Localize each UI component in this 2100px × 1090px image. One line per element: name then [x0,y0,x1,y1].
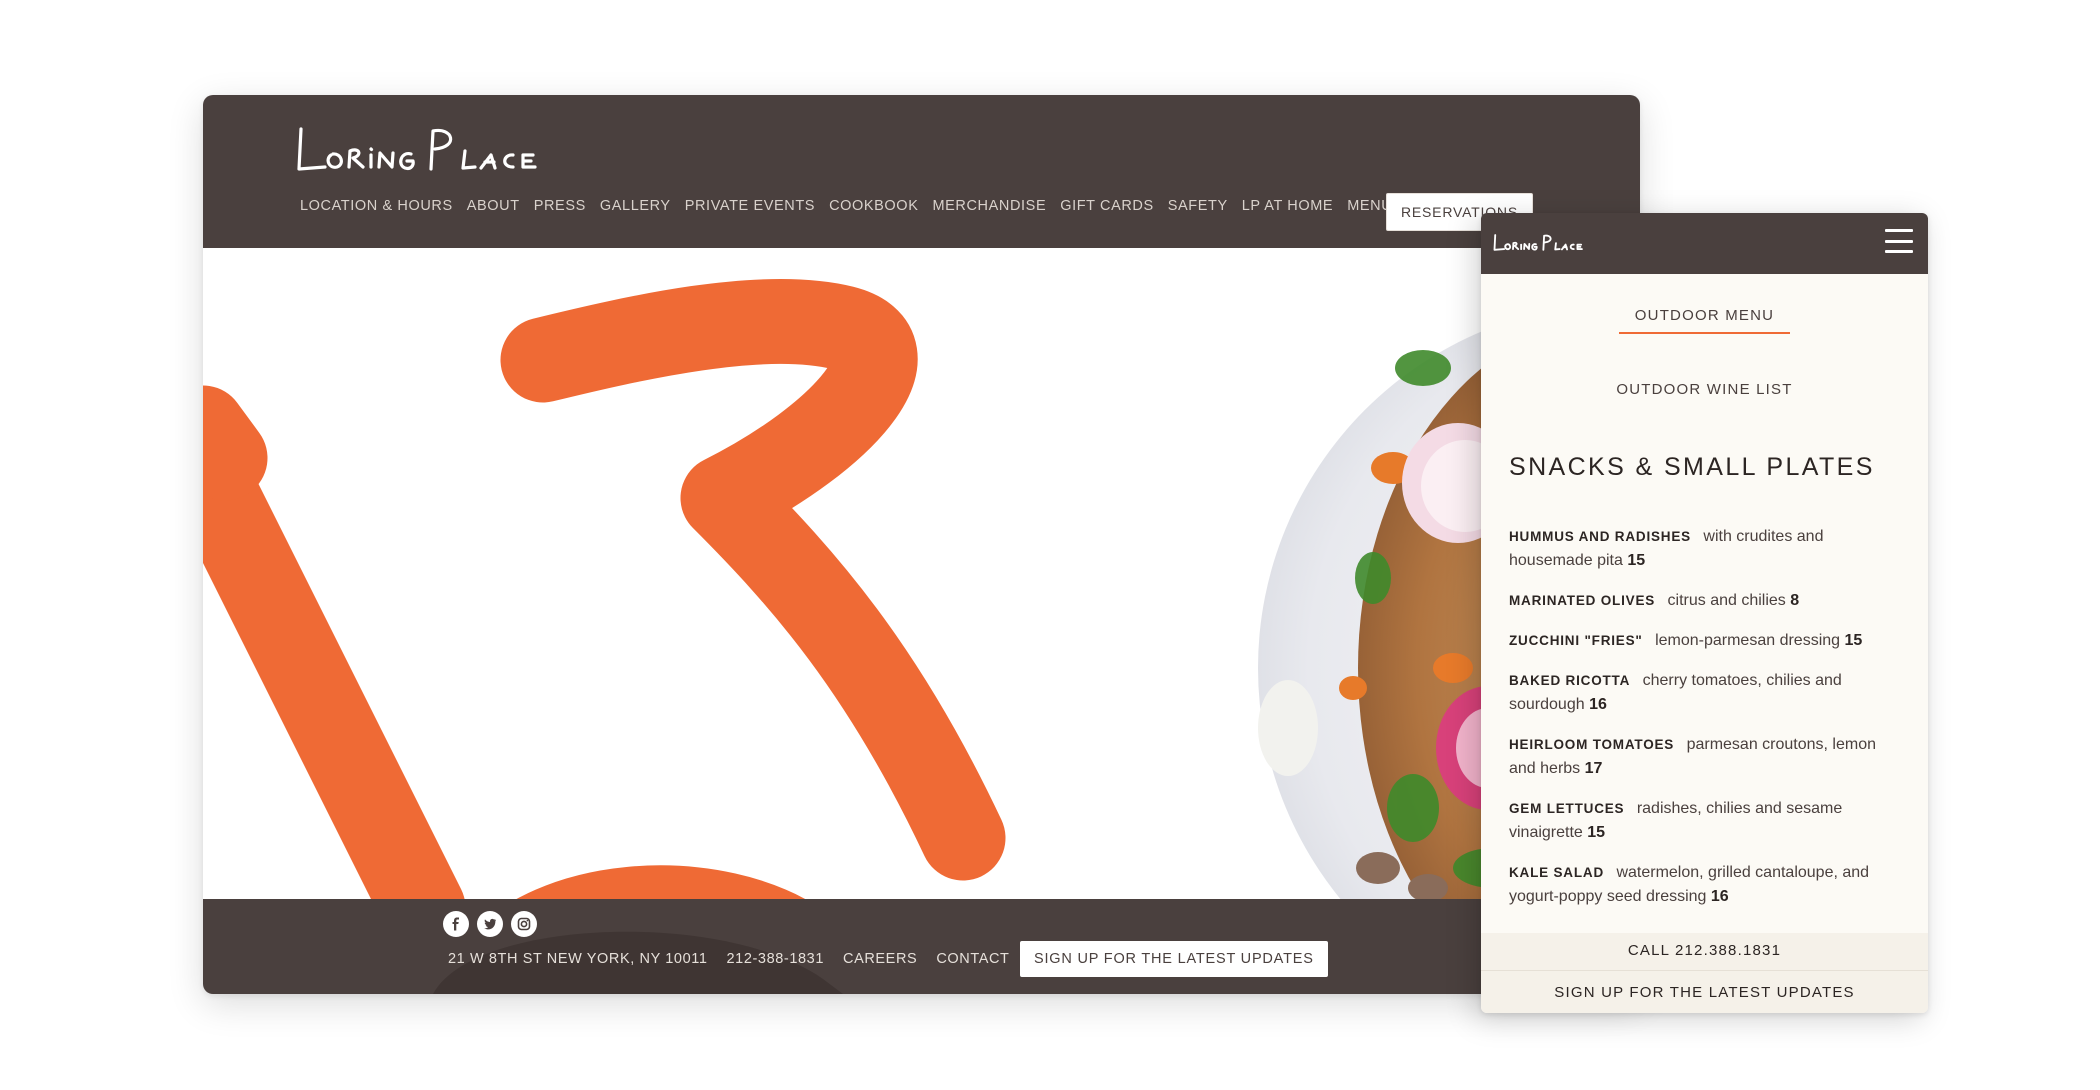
menu-item-name: GEM LETTUCES [1509,801,1625,816]
nav-lp-at-home[interactable]: LP AT HOME [1242,198,1333,214]
menu-item-name: KALE SALAD [1509,865,1604,880]
nav-gift-cards[interactable]: GIFT CARDS [1060,198,1154,214]
nav-gallery[interactable]: GALLERY [600,198,671,214]
nav-about[interactable]: ABOUT [467,198,520,214]
mobile-loring-place-logo[interactable] [1493,231,1593,259]
desktop-footer: 21 W 8TH ST NEW YORK, NY 10011 212-388-1… [203,899,1640,994]
footer-links: 21 W 8TH ST NEW YORK, NY 10011 212-388-1… [448,951,1029,967]
instagram-icon[interactable] [511,911,537,937]
hero-image [203,248,1640,899]
social-links [443,911,537,937]
menu-item-name: MARINATED OLIVES [1509,593,1656,608]
call-button[interactable]: CALL 212.388.1831 [1481,942,1928,959]
menu-item-price: 15 [1587,824,1606,841]
tab-outdoor-menu[interactable]: OUTDOOR MENU [1481,307,1928,334]
facebook-icon[interactable] [443,911,469,937]
menu-item: KALE SALAD watermelon, grilled cantaloup… [1509,861,1899,909]
footer-phone[interactable]: 212-388-1831 [727,951,825,967]
nav-private-events[interactable]: PRIVATE EVENTS [685,198,815,214]
mockup-stage: LOCATION & HOURS ABOUT PRESS GALLERY PRI… [0,0,2100,1090]
desktop-site: LOCATION & HOURS ABOUT PRESS GALLERY PRI… [203,95,1640,994]
hero-illustration [203,278,1640,899]
menu-item-name: HEIRLOOM TOMATOES [1509,737,1675,752]
mobile-signup-button[interactable]: SIGN UP FOR THE LATEST UPDATES [1481,984,1928,1001]
menu-item: ZUCCHINI "FRIES" lemon-parmesan dressing… [1509,629,1899,653]
menu-item-price: 15 [1627,552,1646,569]
menu-item-name: HUMMUS AND RADISHES [1509,529,1691,544]
footer-signup-button[interactable]: SIGN UP FOR THE LATEST UPDATES [1020,941,1328,977]
footer-decor [433,931,843,994]
footer-careers-link[interactable]: CAREERS [843,951,917,967]
menu-item: HEIRLOOM TOMATOES parmesan croutons, lem… [1509,733,1899,781]
menu-item: MARINATED OLIVES citrus and chilies 8 [1509,589,1899,613]
desktop-nav: LOCATION & HOURS ABOUT PRESS GALLERY PRI… [300,198,1406,214]
menu-item: BAKED RICOTTA cherry tomatoes, chilies a… [1509,669,1899,717]
bottom-divider [1481,970,1928,971]
tab-outdoor-wine-list[interactable]: OUTDOOR WINE LIST [1481,381,1928,398]
menu-item-price: 8 [1790,592,1800,609]
menu-item: GEM LETTUCES radishes, chilies and sesam… [1509,797,1899,845]
menu-item-desc: citrus and chilies [1667,592,1786,609]
menu-item-name: BAKED RICOTTA [1509,673,1631,688]
nav-safety[interactable]: SAFETY [1168,198,1228,214]
desktop-header: LOCATION & HOURS ABOUT PRESS GALLERY PRI… [203,95,1640,248]
mobile-site: OUTDOOR MENU OUTDOOR WINE LIST SNACKS & … [1481,213,1928,1013]
nav-press[interactable]: PRESS [534,198,586,214]
mobile-header [1481,213,1928,274]
menu-item-price: 15 [1844,632,1863,649]
nav-location-hours[interactable]: LOCATION & HOURS [300,198,453,214]
tab-outdoor-menu-label: OUTDOOR MENU [1618,307,1791,334]
menu-items: HUMMUS AND RADISHES with crudites and ho… [1509,525,1899,925]
footer-address[interactable]: 21 W 8TH ST NEW YORK, NY 10011 [448,951,708,967]
hamburger-icon[interactable] [1885,229,1913,253]
tab-outdoor-wine-list-label: OUTDOOR WINE LIST [1616,381,1793,398]
menu-item-price: 16 [1589,696,1607,713]
menu-item-price: 16 [1710,888,1729,905]
footer-contact-link[interactable]: CONTACT [936,951,1009,967]
menu-item-desc: lemon-parmesan dressing [1655,632,1841,649]
menu-item-name: ZUCCHINI "FRIES" [1509,633,1643,648]
nav-cookbook[interactable]: COOKBOOK [829,198,918,214]
loring-place-logo[interactable] [295,121,565,191]
mobile-bottom-bar: CALL 212.388.1831 SIGN UP FOR THE LATEST… [1481,933,1928,1013]
section-title: SNACKS & SMALL PLATES [1509,453,1875,481]
nav-merchandise[interactable]: MERCHANDISE [932,198,1046,214]
twitter-icon[interactable] [477,911,503,937]
menu-item: HUMMUS AND RADISHES with crudites and ho… [1509,525,1899,573]
menu-item-price: 17 [1584,760,1603,777]
